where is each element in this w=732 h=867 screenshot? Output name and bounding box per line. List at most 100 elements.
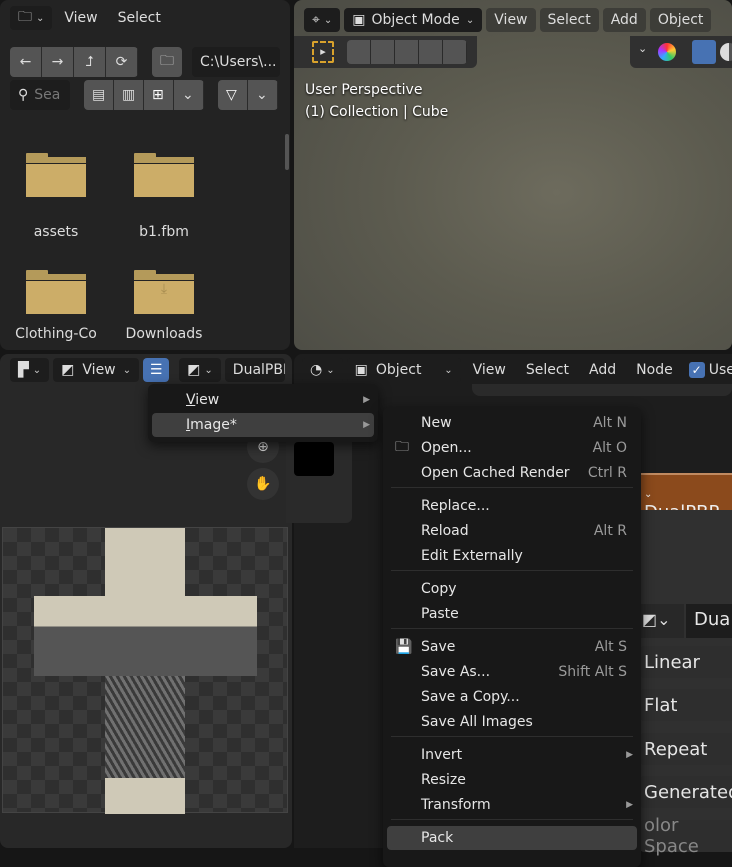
image-browse-button[interactable]: ◩ ⌄: [179, 358, 221, 382]
folder-icon[interactable]: [26, 153, 86, 197]
menu-item-pack[interactable]: Pack: [387, 826, 637, 850]
menu-item-save-all-images[interactable]: Save All Images: [387, 710, 637, 734]
menu-item-invert[interactable]: Invert ▶: [387, 743, 637, 767]
folder-icon[interactable]: [134, 153, 194, 197]
menu-item-paste[interactable]: Paste: [387, 602, 637, 626]
object-type-dropdown[interactable]: ▣ Object ⌄: [346, 358, 461, 382]
image-field[interactable]: Dua: [686, 604, 732, 638]
interpolation-dropdown[interactable]: Linear: [640, 646, 732, 678]
menu-select[interactable]: Select: [518, 358, 577, 382]
menu-select[interactable]: Select: [539, 8, 599, 32]
horizontal-list-icon[interactable]: ▥: [114, 80, 144, 110]
select-tool-icon[interactable]: ▸: [312, 41, 334, 63]
object-mode-icon: ▣: [352, 12, 366, 28]
display-size-dropdown[interactable]: ⌄: [174, 80, 204, 110]
menu-item-save[interactable]: 💾 Save Alt S: [387, 635, 637, 659]
image-submenu: New Alt N 🗀 Open... Alt O Open Cached Render C…: [383, 407, 641, 867]
menu-view[interactable]: View: [465, 358, 514, 382]
menu-item-label: Image*: [186, 417, 237, 433]
node-header[interactable]: ⌄ DualPBR: [640, 473, 732, 523]
file-item-label[interactable]: Clothing-Co: [6, 326, 106, 342]
chevron-down-icon[interactable]: ⌄: [638, 42, 647, 55]
view-mode-dropdown[interactable]: ◩ View ⌄: [53, 358, 140, 382]
editor-type-button[interactable]: ▛ ⌄: [10, 358, 50, 382]
source-dropdown[interactable]: Generated: [640, 776, 732, 808]
menu-separator: [391, 570, 633, 571]
thumbnails-icon[interactable]: ⊞: [144, 80, 174, 110]
3d-viewport[interactable]: ⌖ ⌄ ▣ Object Mode ⌄ View Select Add Object …: [294, 0, 732, 350]
menu-add[interactable]: Add: [581, 358, 624, 382]
downloads-folder-icon[interactable]: ⤓: [134, 270, 194, 314]
select-intersect-icon[interactable]: [443, 40, 467, 64]
viewport-overlay-text: User Perspective (1) Collection | Cube: [305, 82, 449, 120]
menu-item-open-cached-render[interactable]: Open Cached Render Ctrl R: [387, 461, 637, 485]
editor-type-button[interactable]: ⌖ ⌄: [304, 8, 341, 32]
menu-view[interactable]: View: [486, 8, 536, 32]
menu-item-save-a-copy[interactable]: Save a Copy...: [387, 685, 637, 709]
menu-icon: ☰: [149, 362, 163, 378]
menu-item-image[interactable]: Image* ▶: [152, 413, 374, 437]
checkbox-checked-icon: ✓: [688, 362, 705, 378]
hamburger-menu-button[interactable]: ☰: [143, 358, 170, 382]
menu-item-edit-externally[interactable]: Edit Externally: [387, 544, 637, 568]
mode-dropdown[interactable]: ▣ Object Mode ⌄: [344, 8, 483, 32]
filter-dropdown[interactable]: ⌄: [248, 80, 278, 110]
file-item-label[interactable]: b1.fbm: [114, 224, 214, 240]
vertical-list-icon[interactable]: ▤: [84, 80, 114, 110]
menu-item-reload[interactable]: Reload Alt R: [387, 519, 637, 543]
menu-item-label: Pack: [421, 830, 454, 846]
filter-icon[interactable]: ▽: [218, 80, 248, 110]
parent-dir-icon[interactable]: ⮥: [74, 47, 106, 77]
color-space-label: olor Space: [640, 815, 732, 857]
image-name-field[interactable]: DualPBI: [224, 358, 285, 382]
select-invert-icon[interactable]: [419, 40, 443, 64]
search-icon: ⚲: [18, 87, 29, 103]
xray-icon[interactable]: [692, 40, 716, 64]
scrollbar[interactable]: [285, 134, 289, 170]
menu-node[interactable]: Node: [628, 358, 681, 382]
file-item-label[interactable]: assets: [6, 224, 106, 240]
file-item-label[interactable]: Downloads: [114, 326, 214, 342]
menu-item-resize[interactable]: Resize: [387, 768, 637, 792]
select-extend-icon[interactable]: [371, 40, 395, 64]
hand-pan-icon[interactable]: ✋: [247, 468, 279, 500]
menu-item-transform[interactable]: Transform ▶: [387, 793, 637, 817]
color-swatch[interactable]: [294, 442, 334, 476]
material-color-icon[interactable]: [658, 43, 676, 61]
menu-item-replace[interactable]: Replace...: [387, 494, 637, 518]
path-field[interactable]: C:\Users\...: [192, 47, 280, 77]
arrow-left-icon[interactable]: ←: [10, 47, 42, 77]
menu-object[interactable]: Object: [649, 8, 712, 32]
extension-dropdown[interactable]: Repeat: [640, 733, 732, 765]
new-folder-button[interactable]: 🗀: [152, 47, 182, 77]
shortcut-label: Alt S: [594, 639, 627, 655]
use-nodes-checkbox[interactable]: ✓ Use: [685, 358, 732, 382]
image-icon: ◩: [61, 362, 75, 378]
menu-add[interactable]: Add: [602, 8, 646, 32]
menu-item-new[interactable]: New Alt N: [387, 411, 637, 435]
image-canvas[interactable]: [2, 527, 288, 814]
shortcut-label: Alt R: [593, 523, 627, 539]
solid-shading-icon[interactable]: [720, 43, 732, 61]
folder-icon[interactable]: [26, 270, 86, 314]
select-new-icon[interactable]: [347, 40, 371, 64]
menu-item-label: Resize: [421, 772, 466, 788]
folder-icon: 🗀: [395, 439, 409, 455]
menu-view[interactable]: View: [56, 6, 105, 30]
folder-icon: 🗀: [18, 9, 32, 25]
menu-item-label: View: [186, 392, 220, 408]
menu-item-view[interactable]: View ▶: [152, 388, 374, 412]
menu-item-save-as[interactable]: Save As... Shift Alt S: [387, 660, 637, 684]
refresh-icon[interactable]: ⟳: [106, 47, 138, 77]
editor-type-button[interactable]: 🗀 ⌄: [10, 6, 53, 30]
search-input[interactable]: ⚲ Sea: [10, 80, 70, 110]
image-browse[interactable]: ◩⌄: [640, 604, 684, 638]
menu-item-label: Replace...: [421, 498, 490, 514]
menu-item-copy[interactable]: Copy: [387, 577, 637, 601]
select-subtract-icon[interactable]: [395, 40, 419, 64]
arrow-right-icon[interactable]: →: [42, 47, 74, 77]
menu-item-open[interactable]: 🗀 Open... Alt O: [387, 436, 637, 460]
menu-select[interactable]: Select: [110, 6, 169, 30]
projection-dropdown[interactable]: Flat: [640, 689, 732, 721]
editor-type-button[interactable]: ◔ ⌄: [302, 358, 343, 382]
